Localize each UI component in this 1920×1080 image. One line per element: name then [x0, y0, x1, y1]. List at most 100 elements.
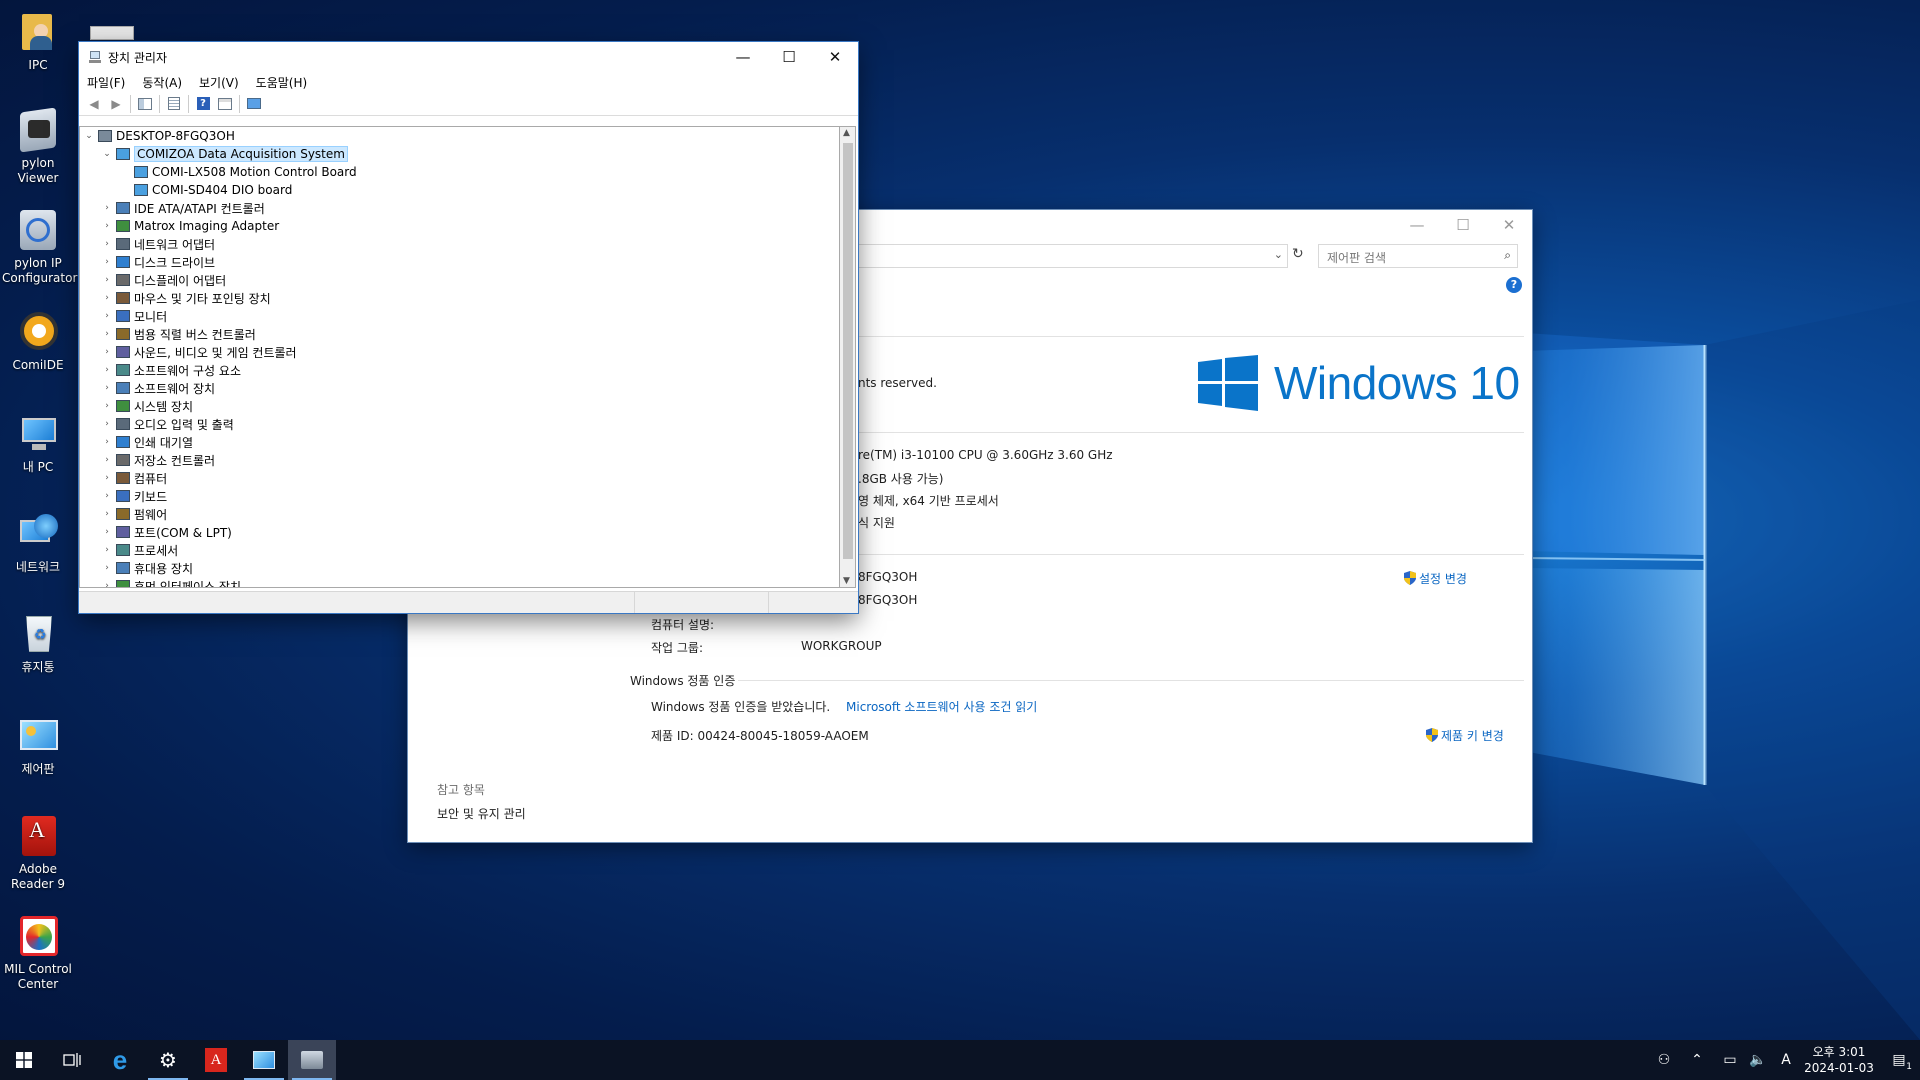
volume-icon[interactable]: 🔈 — [1744, 1052, 1772, 1068]
tree-category-item[interactable]: › 범용 직렬 버스 컨트롤러 — [100, 325, 256, 343]
tree-category-item[interactable]: › IDE ATA/ATAPI 컨트롤러 — [100, 199, 265, 217]
change-product-key-link[interactable]: 제품 키 변경 — [1426, 727, 1504, 744]
device-tree[interactable]: ⌄ DESKTOP-8FGQ3OH ⌄ COMIZOA Data Acquisitio… — [79, 126, 839, 588]
search-input[interactable]: 제어판 검색 ⌕ — [1318, 244, 1518, 268]
chevron-down-icon[interactable]: ⌄ — [1274, 248, 1283, 261]
desktop-icon-recycle-bin[interactable]: ♻ 휴지통 — [2, 612, 74, 675]
tree-category-item[interactable]: › 휴먼 인터페이스 장치 — [100, 577, 241, 587]
menu-view[interactable]: 보기(V) — [199, 74, 239, 91]
vertical-scrollbar[interactable]: ▲ ▼ — [839, 126, 856, 588]
collapsed-chevron-icon[interactable]: › — [100, 383, 114, 393]
collapsed-chevron-icon[interactable]: › — [100, 563, 114, 573]
collapsed-chevron-icon[interactable]: › — [100, 455, 114, 465]
desktop-icon-pylon-ip-configurator[interactable]: pylon IP Configurator — [2, 208, 77, 286]
collapsed-chevron-icon[interactable]: › — [100, 257, 114, 267]
collapsed-chevron-icon[interactable]: › — [100, 347, 114, 357]
license-terms-link[interactable]: Microsoft 소프트웨어 사용 조건 읽기 — [846, 698, 1037, 715]
adobe-reader-taskbar[interactable]: A — [192, 1040, 240, 1080]
menu-file[interactable]: 파일(F) — [87, 74, 125, 91]
collapsed-chevron-icon[interactable]: › — [100, 365, 114, 375]
tree-category-comizoa[interactable]: ⌄ COMIZOA Data Acquisition System — [100, 145, 348, 163]
tree-category-item[interactable]: › 키보드 — [100, 487, 167, 505]
settings-taskbar[interactable]: ⚙ — [144, 1040, 192, 1080]
clock[interactable]: 오후 3:01 2024-01-03 — [1800, 1044, 1878, 1076]
collapsed-chevron-icon[interactable]: › — [100, 545, 114, 555]
back-arrow-icon[interactable]: ◀ — [83, 94, 105, 114]
refresh-icon[interactable]: ↻ — [1292, 246, 1304, 262]
tree-category-item[interactable]: › 모니터 — [100, 307, 167, 325]
desktop-icon-network[interactable]: 네트워크 — [2, 512, 74, 575]
minimize-button[interactable]: — — [1394, 210, 1440, 240]
update-driver-icon[interactable] — [214, 94, 236, 114]
desktop-icon-pylon-viewer[interactable]: pylon Viewer — [2, 107, 74, 186]
collapsed-chevron-icon[interactable]: › — [100, 437, 114, 447]
tree-category-item[interactable]: › 시스템 장치 — [100, 397, 193, 415]
scrollbar-thumb[interactable] — [843, 143, 853, 559]
network-tray-icon[interactable]: ▭ — [1716, 1052, 1744, 1068]
desktop-icon-ipc[interactable]: IPC — [2, 10, 74, 73]
help-icon[interactable]: ? — [1506, 277, 1522, 293]
action-center-button[interactable]: ▤ 1 — [1878, 1052, 1920, 1072]
tree-category-item[interactable]: › 소프트웨어 장치 — [100, 379, 215, 397]
internet-explorer-taskbar[interactable]: e — [96, 1040, 144, 1080]
change-settings-link[interactable]: 설정 변경 — [1404, 570, 1467, 587]
tree-category-item[interactable]: › 포트(COM & LPT) — [100, 523, 232, 541]
tree-category-item[interactable]: › 저장소 컨트롤러 — [100, 451, 215, 469]
desktop-icon-comiide[interactable]: ComiIDE — [2, 310, 74, 373]
ime-indicator[interactable]: A — [1772, 1052, 1800, 1068]
collapsed-chevron-icon[interactable]: › — [100, 239, 114, 249]
menu-action[interactable]: 동작(A) — [142, 74, 182, 91]
task-view-button[interactable] — [48, 1040, 96, 1080]
tree-category-item[interactable]: › 디스플레이 어댑터 — [100, 271, 226, 289]
chevron-up-icon[interactable]: ⌃ — [1678, 1052, 1716, 1068]
tree-category-item[interactable]: › 오디오 입력 및 출력 — [100, 415, 234, 433]
people-icon[interactable]: ⚇ — [1650, 1052, 1678, 1068]
tree-category-item[interactable]: › 디스크 드라이브 — [100, 253, 215, 271]
control-panel-taskbar[interactable] — [240, 1040, 288, 1080]
tree-category-item[interactable]: › 펌웨어 — [100, 505, 167, 523]
collapsed-chevron-icon[interactable]: › — [100, 311, 114, 321]
forward-arrow-icon[interactable]: ▶ — [105, 94, 127, 114]
security-maintenance-link[interactable]: 보안 및 유지 관리 — [437, 805, 526, 822]
scroll-up-icon[interactable]: ▲ — [843, 128, 850, 138]
device-manager-taskbar[interactable] — [288, 1040, 336, 1080]
maximize-button[interactable]: ☐ — [766, 42, 812, 72]
collapsed-chevron-icon[interactable]: › — [100, 221, 114, 231]
tree-device-item[interactable]: COMI-LX508 Motion Control Board — [118, 163, 357, 181]
tree-device-item[interactable]: COMI-SD404 DIO board — [118, 181, 292, 199]
tree-category-item[interactable]: › 컴퓨터 — [100, 469, 167, 487]
collapsed-chevron-icon[interactable]: › — [100, 203, 114, 213]
properties-icon[interactable] — [163, 94, 185, 114]
collapsed-chevron-icon[interactable]: › — [100, 473, 114, 483]
minimize-button[interactable]: — — [720, 42, 766, 72]
desktop-icon-partial[interactable] — [90, 26, 134, 40]
tree-category-item[interactable]: › 휴대용 장치 — [100, 559, 193, 577]
scan-hardware-icon[interactable] — [243, 94, 265, 114]
desktop-icon-adobe-reader[interactable]: A Adobe Reader 9 — [2, 814, 74, 892]
maximize-button[interactable]: ☐ — [1440, 210, 1486, 240]
collapsed-chevron-icon[interactable]: › — [100, 491, 114, 501]
expanded-chevron-icon[interactable]: ⌄ — [82, 131, 96, 141]
tree-category-item[interactable]: › 마우스 및 기타 포인팅 장치 — [100, 289, 271, 307]
desktop-icon-mil-control-center[interactable]: MIL Control Center — [2, 914, 74, 992]
tree-category-item[interactable]: › 네트워크 어댑터 — [100, 235, 215, 253]
tree-category-item[interactable]: › 인쇄 대기열 — [100, 433, 193, 451]
collapsed-chevron-icon[interactable]: › — [100, 419, 114, 429]
tree-root-computer[interactable]: ⌄ DESKTOP-8FGQ3OH — [82, 127, 235, 145]
desktop-icon-this-pc[interactable]: 내 PC — [2, 412, 74, 475]
close-button[interactable]: ✕ — [812, 42, 858, 72]
tree-category-item[interactable]: › 프로세서 — [100, 541, 178, 559]
help-icon[interactable]: ? — [192, 94, 214, 114]
tree-category-item[interactable]: › 사운드, 비디오 및 게임 컨트롤러 — [100, 343, 296, 361]
expanded-chevron-icon[interactable]: ⌄ — [100, 149, 114, 159]
collapsed-chevron-icon[interactable]: › — [100, 581, 114, 587]
scroll-down-icon[interactable]: ▼ — [843, 576, 850, 586]
collapsed-chevron-icon[interactable]: › — [100, 509, 114, 519]
collapsed-chevron-icon[interactable]: › — [100, 401, 114, 411]
tree-category-item[interactable]: › Matrox Imaging Adapter — [100, 217, 279, 235]
collapsed-chevron-icon[interactable]: › — [100, 329, 114, 339]
start-button[interactable] — [0, 1040, 48, 1080]
collapsed-chevron-icon[interactable]: › — [100, 527, 114, 537]
desktop-icon-control-panel[interactable]: 제어판 — [2, 714, 74, 777]
tree-category-item[interactable]: › 소프트웨어 구성 요소 — [100, 361, 241, 379]
